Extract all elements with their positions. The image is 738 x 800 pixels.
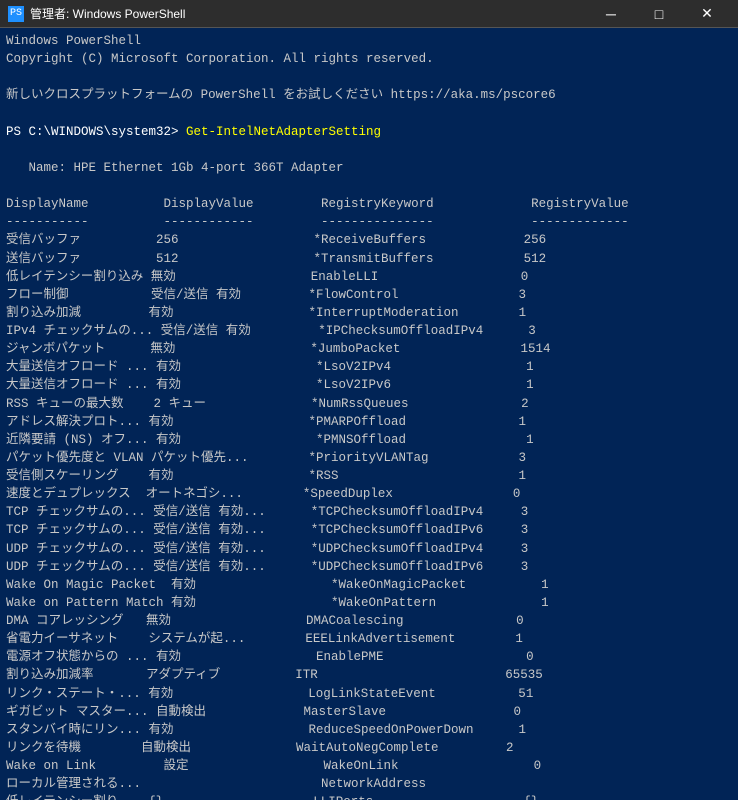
title-bar: PS 管理者: Windows PowerShell ─ □ ✕ [0,0,738,28]
title-bar-left: PS 管理者: Windows PowerShell [8,5,185,22]
terminal-area[interactable]: Windows PowerShell Copyright (C) Microso… [0,28,738,800]
maximize-button[interactable]: □ [636,0,682,28]
minimize-button[interactable]: ─ [588,0,634,28]
powershell-icon: PS [8,6,24,22]
close-button[interactable]: ✕ [684,0,730,28]
window-title: 管理者: Windows PowerShell [30,5,185,22]
window-controls: ─ □ ✕ [588,0,730,28]
